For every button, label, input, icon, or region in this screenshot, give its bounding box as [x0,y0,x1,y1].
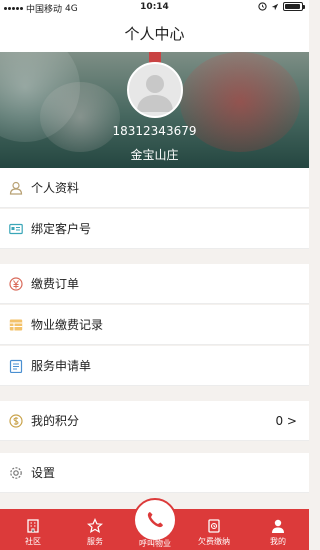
menu-item-personal-info[interactable]: 个人资料 [0,168,309,208]
avatar[interactable] [127,62,183,118]
community-name: 金宝山庄 [130,148,179,162]
profile-header: 18312343679 金宝山庄 [0,52,309,168]
default-avatar-icon [137,75,173,112]
menu-item-label: 物业缴费记录 [31,318,104,332]
call-button-circle [133,498,177,542]
menu-item-settings[interactable]: 设置 [0,453,309,493]
tab-service[interactable]: 服务 [70,509,120,550]
person-icon [9,181,23,195]
tab-label: 服务 [87,537,103,546]
user-icon [272,519,284,533]
menu-item-label: 个人资料 [31,181,80,195]
menu-item-service-requests[interactable]: 服务申请单 [0,346,309,386]
battery-icon [283,2,305,11]
tab-arrears-payment[interactable]: 欠费缴纳 [189,509,239,550]
menu-item-label: 我的积分 [31,414,80,428]
dollar-coin-icon [9,413,23,428]
menu-item-label: 服务申请单 [31,359,92,373]
menu-item-my-points[interactable]: 我的积分 0 > [0,401,309,441]
menu-item-property-fee-records[interactable]: 物业缴费记录 [0,305,309,345]
id-card-icon [9,222,23,236]
alarm-icon [258,2,267,11]
tab-mine[interactable]: 我的 [253,509,303,550]
status-right [258,2,305,11]
phone-icon [147,512,163,528]
tab-call-property[interactable]: 呼叫物业 [130,498,180,550]
clipboard-icon [9,359,23,373]
tab-community[interactable]: 社区 [8,509,58,550]
page-title: 个人中心 [0,16,309,52]
gear-icon [9,466,23,480]
menu-item-payment-orders[interactable]: 缴费订单 [0,264,309,304]
user-phone: 18312343679 [112,124,197,138]
menu-item-label: 绑定客户号 [31,222,92,236]
points-value: 0 > [275,413,297,428]
yuan-coin-icon [9,276,23,291]
menu-item-bind-customer[interactable]: 绑定客户号 [0,209,309,249]
community-icon [27,519,39,533]
table-record-icon [9,318,23,332]
status-bar: 中国移动 4G 10:14 [0,0,309,16]
menu-item-label: 缴费订单 [31,277,80,291]
tab-label: 我的 [270,537,286,546]
menu-item-label: 设置 [31,466,56,480]
bill-icon [208,519,220,533]
background-bokeh [40,82,120,152]
tab-label: 欠费缴纳 [198,537,230,546]
location-icon [271,3,279,10]
star-icon [87,518,103,534]
tab-label: 呼叫物业 [139,539,171,548]
tab-label: 社区 [25,537,41,546]
